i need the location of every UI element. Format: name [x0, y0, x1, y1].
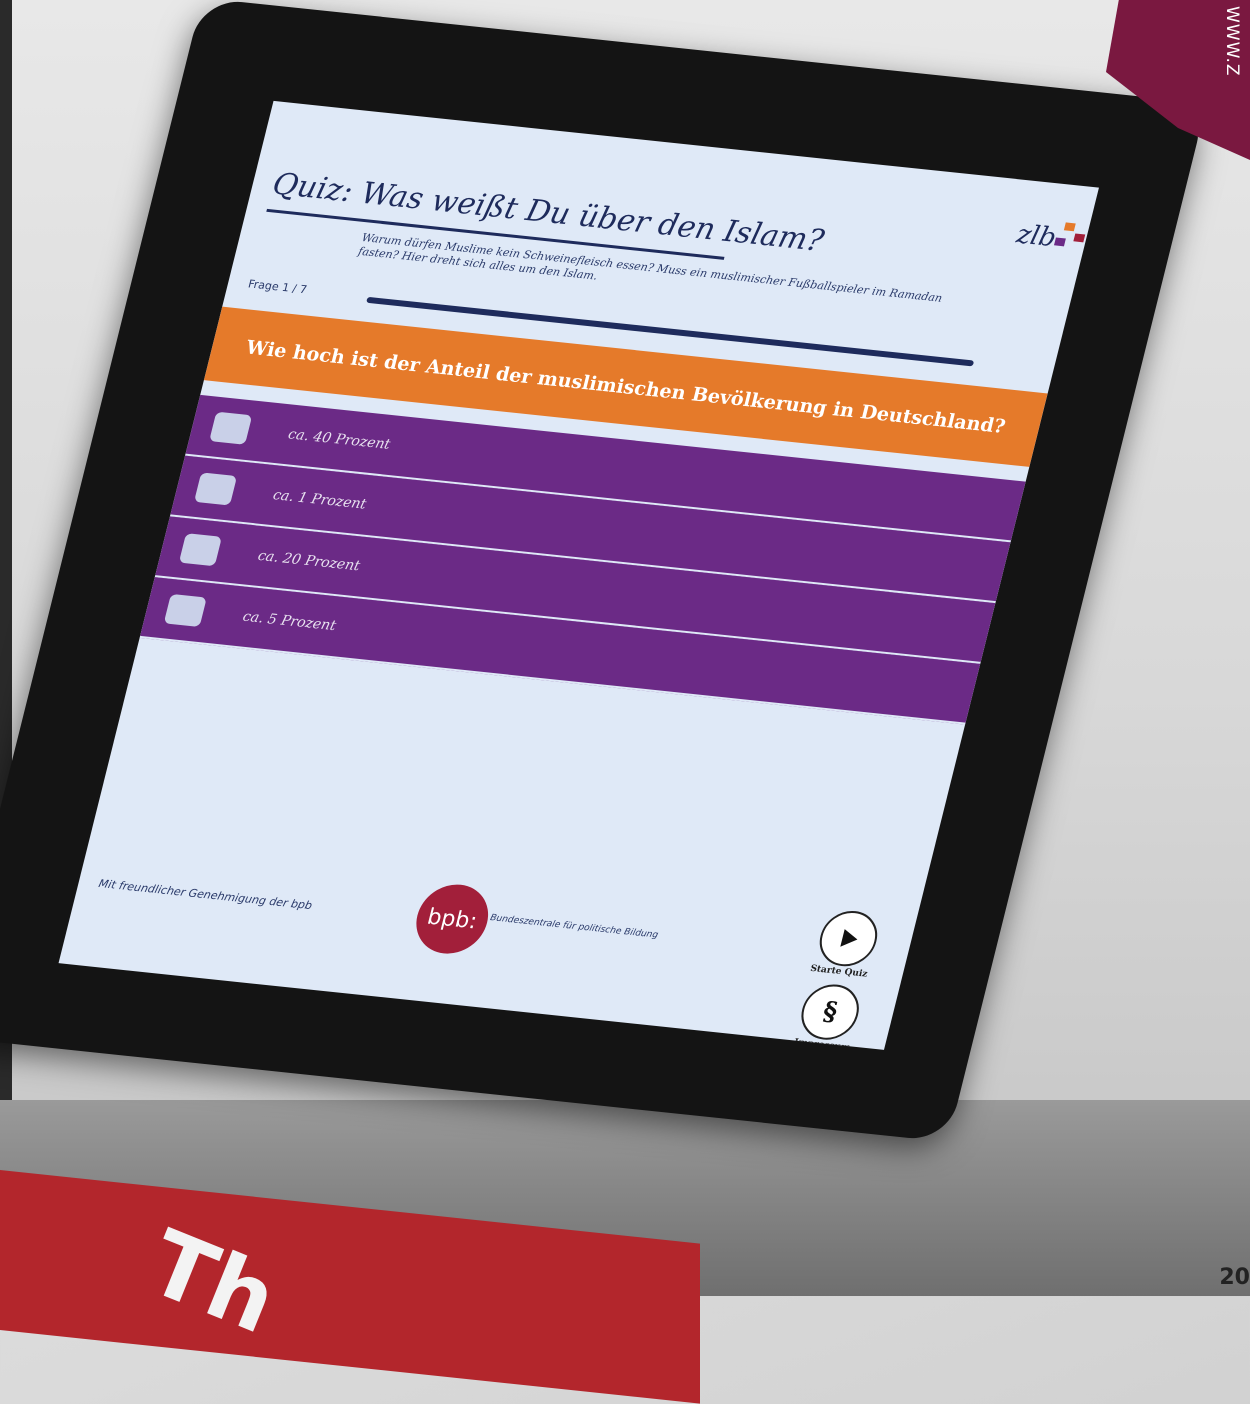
page-number: 20 — [1219, 1265, 1250, 1290]
checkbox[interactable] — [178, 533, 222, 567]
logo-square-icon — [1053, 237, 1066, 247]
progress-label: Frage 1 / 7 — [246, 277, 309, 297]
bpb-name: Bundeszentrale für politische Bildung — [489, 913, 660, 941]
answer-label: ca. 20 Prozent — [256, 547, 362, 575]
start-quiz-label: Starte Quiz — [809, 963, 869, 980]
paragraph-icon: § — [819, 996, 841, 1028]
tablet-screen: Quiz: Was weißt Du über den Islam? zlb W… — [58, 100, 1099, 1050]
logo-square-icon — [1073, 233, 1086, 243]
start-quiz-button[interactable] — [813, 908, 884, 969]
answer-label: ca. 1 Prozent — [271, 487, 368, 513]
checkbox[interactable] — [163, 593, 207, 628]
quiz-title: Quiz: Was weißt Du über den Islam? — [268, 166, 828, 259]
answer-label: ca. 40 Prozent — [286, 426, 392, 453]
footer-credit: Mit freundlicher Genehmigung der bpb — [97, 877, 314, 913]
checkbox[interactable] — [209, 411, 253, 445]
checkbox[interactable] — [193, 472, 238, 506]
bpb-logo: bpb: — [408, 881, 496, 958]
impressum-label: Impressum — [792, 1037, 852, 1050]
logo-square-icon — [1063, 222, 1076, 232]
play-icon — [840, 929, 858, 947]
answer-label: ca. 5 Prozent — [240, 608, 338, 635]
website-text: WWW.Z — [1222, 6, 1242, 77]
impressum-button[interactable]: § — [795, 981, 865, 1043]
zlb-logo: zlb — [1013, 219, 1060, 254]
